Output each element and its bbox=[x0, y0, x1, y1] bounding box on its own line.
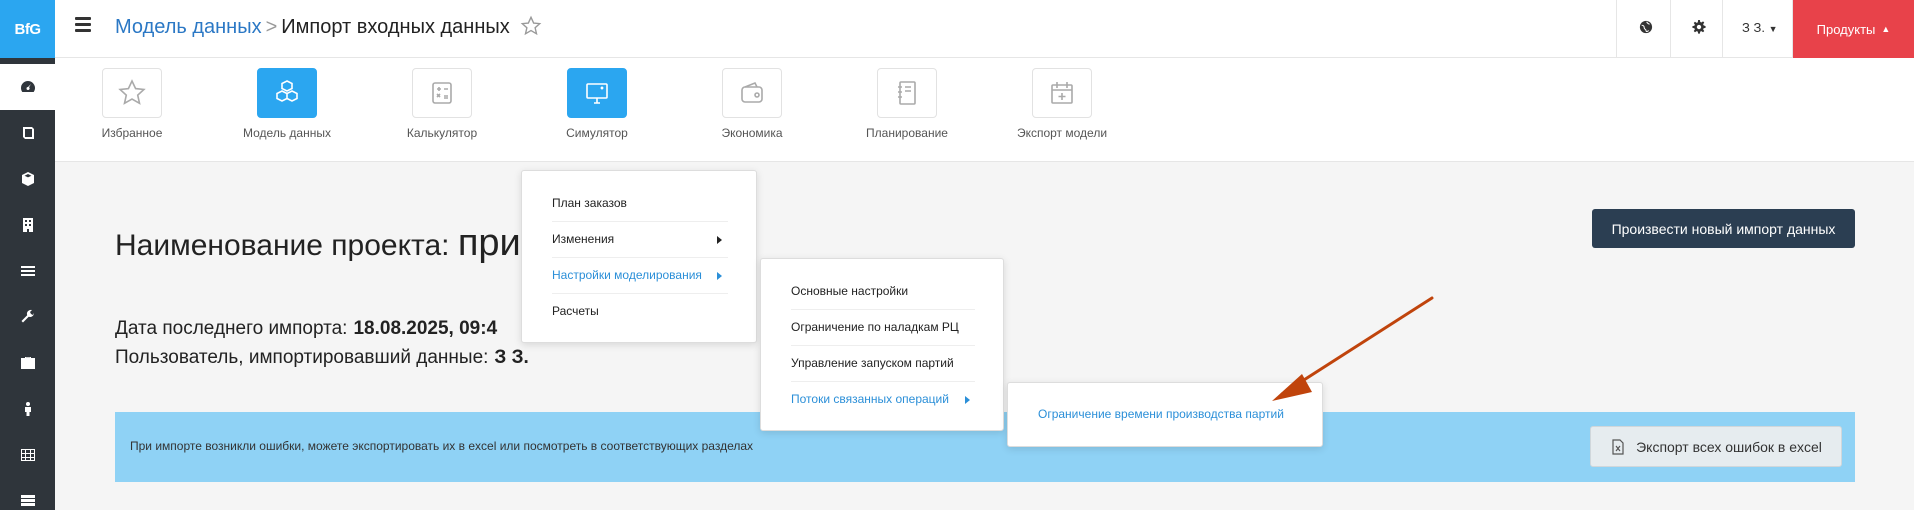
menu-item-order-plan[interactable]: План заказов bbox=[552, 196, 627, 210]
dropdown-menu-products: План заказов Изменения Настройки моделир… bbox=[521, 170, 757, 343]
menu-item-changes[interactable]: Изменения bbox=[552, 232, 614, 246]
breadcrumb-parent[interactable]: Модель данных bbox=[115, 16, 262, 38]
project-title: Наименование проекта: при bbox=[115, 222, 521, 265]
page-title: Импорт входных данных bbox=[281, 16, 510, 38]
cube-icon bbox=[21, 172, 34, 186]
caret-right-icon bbox=[717, 272, 722, 280]
cubes-icon bbox=[276, 80, 298, 102]
alert-text: При импорте возникли ошибки, можете эксп… bbox=[130, 439, 754, 453]
project-title-value: при bbox=[457, 222, 521, 264]
menu-item-batch-time-limit[interactable]: Ограничение времени производства партий bbox=[1038, 407, 1284, 421]
server-icon bbox=[20, 495, 35, 506]
module-label: Экономика bbox=[721, 126, 783, 140]
notebook-icon bbox=[898, 81, 916, 105]
sidebar-item-book[interactable] bbox=[0, 110, 55, 156]
caret-down-icon: ▼ bbox=[1768, 24, 1778, 34]
module-label: Планирование bbox=[866, 126, 948, 140]
topbar-divider bbox=[1670, 0, 1671, 58]
last-import-line: Дата последнего импорта: 18.08.2025, 09:4 bbox=[115, 318, 497, 340]
caret-right-icon bbox=[717, 236, 722, 244]
favorite-star-icon[interactable] bbox=[520, 15, 542, 37]
calendar-plus-icon bbox=[1051, 82, 1073, 104]
breadcrumb: Модель данных > Импорт входных данных bbox=[115, 16, 510, 39]
list-icon bbox=[20, 266, 35, 276]
briefcase-icon bbox=[20, 357, 35, 369]
products-label: Продукты bbox=[1816, 21, 1876, 37]
module-label: Модель данных bbox=[243, 126, 331, 140]
gear-icon[interactable] bbox=[1692, 20, 1706, 34]
sidebar: BfG bbox=[0, 0, 55, 510]
module-favorites[interactable]: Избранное bbox=[72, 68, 192, 140]
module-label: Симулятор bbox=[566, 126, 628, 140]
menu-separator bbox=[791, 345, 975, 346]
export-errors-button[interactable]: Экспорт всех ошибок в excel bbox=[1590, 426, 1842, 467]
menu-separator bbox=[552, 221, 728, 222]
hamburger-icon[interactable] bbox=[75, 17, 91, 33]
dashboard-icon bbox=[20, 81, 35, 92]
sidebar-item-wrench[interactable] bbox=[0, 294, 55, 340]
annotation-arrow bbox=[1272, 296, 1434, 401]
modules-bar: Избранное Модель данных Калькулятор Симу… bbox=[55, 58, 1914, 162]
menu-item-modeling-settings[interactable]: Настройки моделирования bbox=[552, 268, 702, 282]
table-icon bbox=[20, 449, 35, 461]
module-calculator[interactable]: Калькулятор bbox=[382, 68, 502, 140]
menu-item-basic-settings[interactable]: Основные настройки bbox=[791, 284, 908, 298]
sidebar-item-cube[interactable] bbox=[0, 156, 55, 202]
topbar-divider bbox=[1616, 0, 1617, 58]
user-name: З З. bbox=[1742, 20, 1765, 35]
globe-icon[interactable] bbox=[1639, 20, 1653, 34]
sidebar-item-briefcase[interactable] bbox=[0, 340, 55, 386]
topbar-divider bbox=[1722, 0, 1723, 58]
person-icon bbox=[24, 402, 31, 416]
export-errors-label: Экспорт всех ошибок в excel bbox=[1636, 438, 1822, 455]
logo[interactable]: BfG bbox=[0, 0, 55, 58]
products-button[interactable]: Продукты ▲ bbox=[1793, 0, 1914, 58]
module-label: Избранное bbox=[101, 126, 163, 140]
sidebar-item-dashboard[interactable] bbox=[0, 64, 55, 110]
module-data-model[interactable]: Модель данных bbox=[227, 68, 347, 140]
excel-file-icon bbox=[1612, 438, 1624, 455]
import-user-label: Пользователь, импортировавший данные: bbox=[115, 347, 489, 368]
module-label: Калькулятор bbox=[406, 126, 478, 140]
menu-separator bbox=[791, 309, 975, 310]
menu-separator bbox=[552, 257, 728, 258]
user-menu[interactable]: З З. ▼ bbox=[1742, 20, 1777, 35]
top-bar: Модель данных > Импорт входных данных З З.… bbox=[55, 0, 1914, 58]
building-icon bbox=[22, 218, 33, 232]
sidebar-item-building[interactable] bbox=[0, 202, 55, 248]
menu-item-linked-flows[interactable]: Потоки связанных операций bbox=[791, 392, 949, 406]
caret-up-icon: ▲ bbox=[1881, 24, 1891, 34]
menu-item-batch-launch[interactable]: Управление запуском партий bbox=[791, 356, 954, 370]
module-planning[interactable]: Планирование bbox=[847, 68, 967, 140]
menu-separator bbox=[552, 293, 728, 294]
calculator-icon bbox=[432, 82, 452, 104]
module-label: Экспорт модели bbox=[1016, 126, 1108, 140]
module-economics[interactable]: Экономика bbox=[692, 68, 812, 140]
new-import-button[interactable]: Произвести новый импорт данных bbox=[1592, 209, 1855, 248]
wrench-icon bbox=[21, 309, 34, 323]
sidebar-item-server[interactable] bbox=[0, 478, 55, 510]
sidebar-item-table[interactable] bbox=[0, 432, 55, 478]
menu-item-setup-limits[interactable]: Ограничение по наладкам РЦ bbox=[791, 320, 959, 334]
caret-right-icon bbox=[965, 396, 970, 404]
module-export-model[interactable]: Экспорт модели bbox=[1002, 68, 1122, 140]
sidebar-item-list[interactable] bbox=[0, 248, 55, 294]
last-import-label: Дата последнего импорта: bbox=[115, 318, 348, 339]
wallet-icon bbox=[741, 81, 763, 103]
sidebar-item-person[interactable] bbox=[0, 386, 55, 432]
dropdown-submenu-modeling: Основные настройки Ограничение по наладк… bbox=[760, 258, 1004, 431]
import-user-value: З З. bbox=[494, 347, 529, 368]
monitor-icon bbox=[586, 83, 608, 104]
breadcrumb-separator: > bbox=[265, 16, 278, 38]
menu-item-calculations[interactable]: Расчеты bbox=[552, 304, 599, 318]
book-icon bbox=[22, 127, 34, 139]
project-title-label: Наименование проекта: bbox=[115, 229, 450, 262]
menu-separator bbox=[791, 381, 975, 382]
import-user-line: Пользователь, импортировавший данные: З З… bbox=[115, 347, 529, 369]
last-import-value: 18.08.2025, 09:4 bbox=[353, 318, 498, 339]
star-icon bbox=[118, 79, 146, 105]
module-simulator[interactable]: Симулятор bbox=[537, 68, 657, 140]
